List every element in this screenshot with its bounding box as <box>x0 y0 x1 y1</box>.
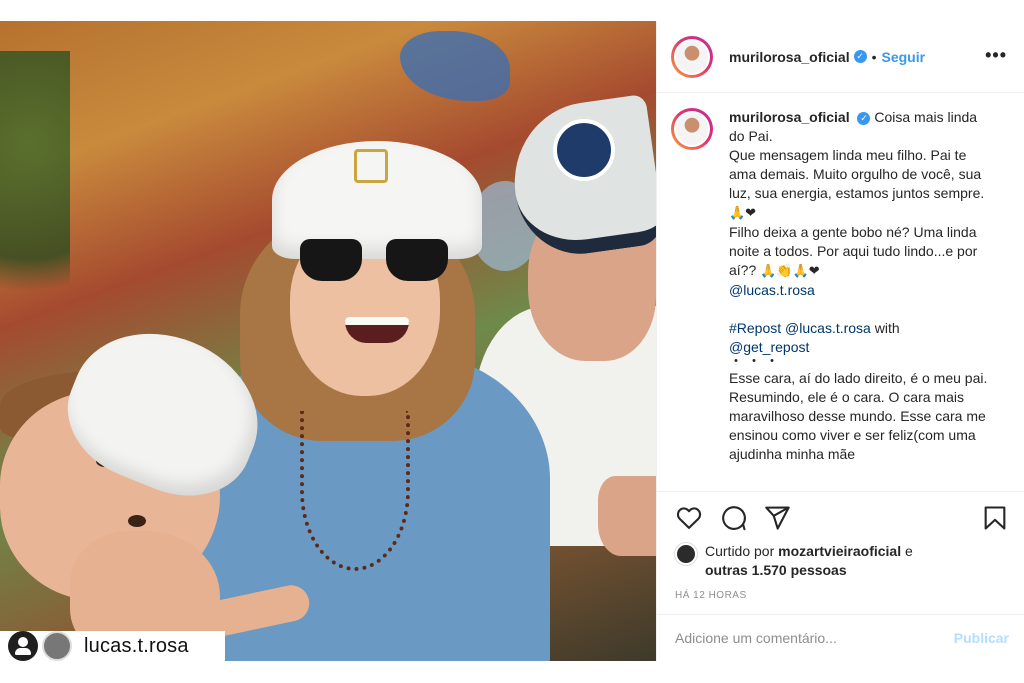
add-comment-bar: Publicar <box>657 614 1024 661</box>
instagram-post: lucas.t.rosa murilorosa_oficial ✓ • Segu… <box>0 21 1024 661</box>
bookmark-icon[interactable] <box>981 504 1009 532</box>
necklace <box>300 411 410 571</box>
emoji-group: 🙏👏🙏❤ <box>760 264 820 279</box>
verified-badge-icon: ✓ <box>857 112 871 125</box>
post-sidebar: murilorosa_oficial ✓ • Seguir ••• murilo… <box>656 21 1024 661</box>
caption-username[interactable]: murilorosa_oficial <box>729 109 850 125</box>
repost-mention[interactable]: @lucas.t.rosa <box>785 320 871 336</box>
post-timestamp[interactable]: HÁ 12 HORAS <box>675 590 747 601</box>
publish-button[interactable]: Publicar <box>954 630 1009 646</box>
likes-count[interactable]: outras 1.570 pessoas <box>705 562 847 578</box>
comments-area[interactable]: murilorosa_oficial ✓ Coisa mais linda do… <box>657 94 1024 490</box>
boy-smile <box>345 317 409 343</box>
verified-badge-icon: ✓ <box>853 50 867 63</box>
sunglasses <box>300 239 450 283</box>
credit-avatar <box>42 631 72 661</box>
post-photo[interactable]: lucas.t.rosa <box>0 21 656 661</box>
caption: murilorosa_oficial ✓ Coisa mais linda do… <box>671 108 1009 464</box>
liker-username[interactable]: mozartvieiraoficial <box>778 543 901 559</box>
caption-avatar[interactable] <box>671 108 713 150</box>
cap-logo <box>354 149 388 183</box>
caption-text: murilorosa_oficial ✓ Coisa mais linda do… <box>729 108 991 464</box>
caption-dots: ・・・ <box>729 353 783 369</box>
repost-user-icon <box>8 631 38 661</box>
repost-credit: lucas.t.rosa <box>0 631 225 661</box>
likes-prefix: Curtido por <box>705 543 775 559</box>
comment-icon[interactable] <box>719 504 747 532</box>
header-avatar[interactable] <box>671 35 713 78</box>
likes-summary: Curtido por mozartvieiraoficial e outras… <box>675 542 913 580</box>
credit-username: lucas.t.rosa <box>84 634 189 657</box>
comment-input[interactable] <box>675 630 954 646</box>
pray-heart-emoji: 🙏❤ <box>729 206 757 221</box>
mention-link[interactable]: @lucas.t.rosa <box>729 281 991 300</box>
header-username[interactable]: murilorosa_oficial <box>729 49 850 65</box>
heart-icon[interactable] <box>675 504 703 532</box>
child-eye <box>128 515 146 527</box>
more-options-icon[interactable]: ••• <box>985 45 1007 66</box>
likes-conjunction: e <box>904 543 913 559</box>
liker-avatar[interactable] <box>675 543 697 565</box>
caption-paragraph-3: Esse cara, aí do lado direito, é o meu p… <box>729 370 988 462</box>
share-icon[interactable] <box>763 504 791 532</box>
mural-leaves <box>0 51 70 351</box>
mural-blue-shape <box>400 31 510 101</box>
cap-badge <box>553 119 615 181</box>
repost-hashtag[interactable]: #Repost <box>729 320 781 336</box>
man-hand <box>598 476 656 556</box>
follow-button[interactable]: Seguir <box>882 49 926 65</box>
caption-paragraph-1: Que mensagem linda meu filho. Pai te ama… <box>729 147 985 201</box>
header-separator: • <box>871 48 877 65</box>
post-header: murilorosa_oficial ✓ • Seguir ••• <box>657 21 1024 93</box>
repost-with: with <box>874 320 900 336</box>
